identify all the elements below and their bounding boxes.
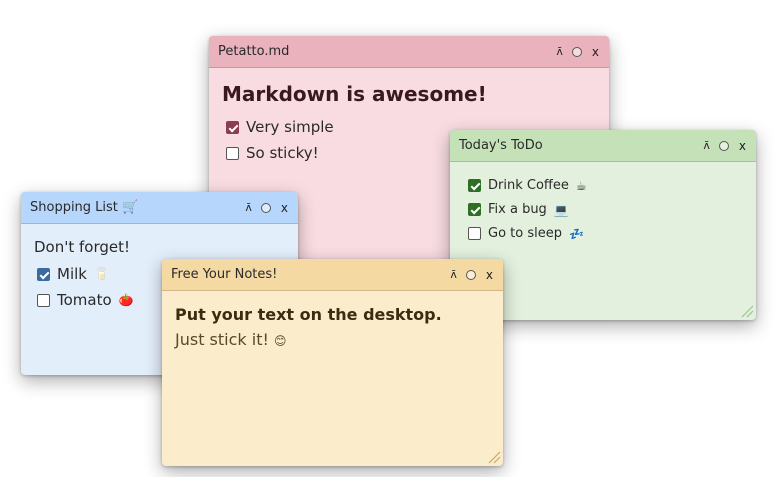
task-item: Drink Coffee ☕ [468, 178, 744, 193]
note-content[interactable]: Drink Coffee ☕ Fix a bug 💻 Go to sleep 💤 [450, 162, 756, 241]
pin-icon[interactable]: ʌ̄ [703, 140, 710, 151]
task-label: Very simple [246, 118, 334, 136]
close-icon[interactable]: x [738, 140, 746, 152]
task-label: Drink Coffee [488, 178, 569, 193]
note-titlebar[interactable]: Today's ToDo ʌ̄ x [450, 130, 756, 162]
task-label: Tomato [57, 291, 112, 309]
task-item: Go to sleep 💤 [468, 226, 744, 241]
note-titlebar[interactable]: Shopping List 🛒 ʌ̄ x [21, 192, 298, 224]
task-checkbox[interactable] [37, 293, 50, 307]
note-free-your-notes[interactable]: Free Your Notes! ʌ̄ x Put your text on t… [162, 259, 503, 466]
note-content[interactable]: Put your text on the desktop. Just stick… [162, 291, 503, 349]
note-text: Don't forget! [34, 238, 131, 256]
note-text: Just stick it! 😊 [175, 330, 491, 349]
task-label: Go to sleep [488, 226, 562, 241]
note-title: Today's ToDo [459, 138, 543, 153]
laptop-icon: 💻 [553, 202, 569, 217]
note-title: Free Your Notes! [171, 267, 278, 282]
task-label: Fix a bug [488, 202, 547, 217]
close-icon[interactable]: x [485, 269, 493, 281]
note-heading: Markdown is awesome! [222, 82, 487, 106]
task-checkbox-checked[interactable] [468, 203, 481, 216]
coffee-icon: ☕ [575, 178, 587, 193]
pin-icon[interactable]: ʌ̄ [450, 269, 457, 280]
resize-grip-icon[interactable] [487, 450, 501, 464]
task-checkbox[interactable] [226, 146, 239, 160]
note-title: Petatto.md [218, 44, 290, 59]
close-icon[interactable]: x [280, 202, 288, 214]
pin-icon[interactable]: ʌ̄ [556, 46, 563, 57]
task-label: Milk [57, 265, 87, 283]
smile-icon: 😊 [273, 334, 287, 348]
task-checkbox-checked[interactable] [468, 179, 481, 192]
task-checkbox-checked[interactable] [37, 267, 50, 281]
color-circle-icon[interactable] [465, 269, 476, 280]
resize-grip-icon[interactable] [740, 304, 754, 318]
task-checkbox[interactable] [468, 227, 481, 240]
color-circle-icon[interactable] [718, 140, 729, 151]
milk-icon: 🥛 [93, 267, 109, 281]
note-text-body: Just stick it! [175, 330, 269, 349]
task-label: So sticky! [246, 144, 319, 162]
color-circle-icon[interactable] [571, 46, 582, 57]
task-item: Fix a bug 💻 [468, 202, 744, 217]
tomato-icon: 🍅 [118, 293, 134, 307]
note-titlebar[interactable]: Free Your Notes! ʌ̄ x [162, 259, 503, 291]
color-circle-icon[interactable] [260, 202, 271, 213]
note-title: Shopping List 🛒 [30, 200, 139, 215]
task-checkbox-checked[interactable] [226, 120, 239, 134]
note-heading: Put your text on the desktop. [175, 305, 442, 324]
sleep-icon: 💤 [568, 226, 584, 241]
close-icon[interactable]: x [591, 46, 599, 58]
note-titlebar[interactable]: Petatto.md ʌ̄ x [209, 36, 609, 68]
pin-icon[interactable]: ʌ̄ [245, 202, 252, 213]
